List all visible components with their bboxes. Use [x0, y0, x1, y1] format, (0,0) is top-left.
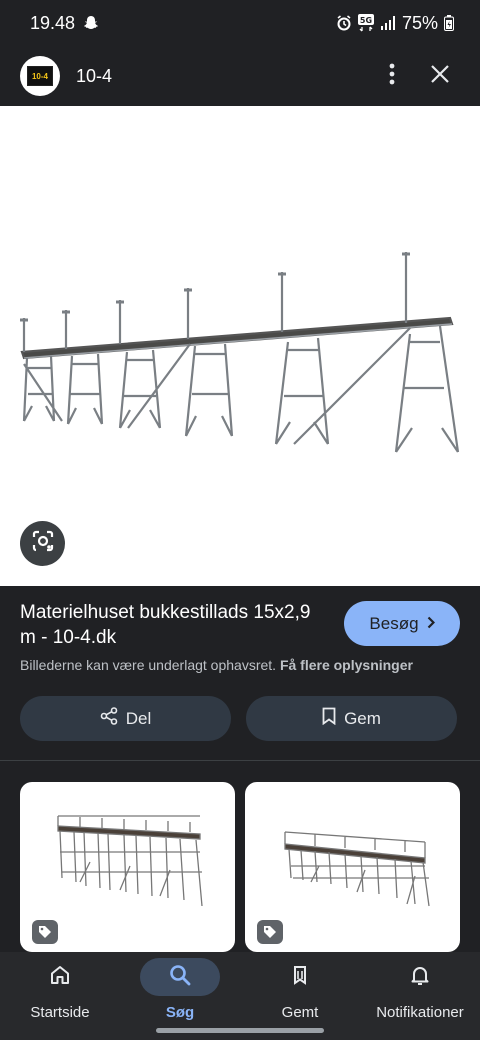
chevron-right-icon [427, 614, 435, 634]
nav-item-search[interactable]: Søg [120, 958, 240, 1028]
nav-pill [260, 958, 340, 996]
divider [0, 760, 480, 761]
nav-item-home[interactable]: Startside [0, 958, 120, 1028]
status-time: 19.48 [30, 12, 76, 33]
product-tag-icon [257, 920, 283, 944]
network-5g-icon: 5G [357, 14, 374, 32]
site-name: 10-4 [76, 65, 113, 86]
battery-percent: 75% [401, 12, 438, 33]
scaffold-image [20, 252, 460, 453]
related-image-card[interactable] [245, 782, 460, 952]
result-info: Materielhuset bukkestillads 15x2,9 m - 1… [0, 586, 480, 762]
copyright-notice: Billederne kan være underlagt ophavsret.… [20, 657, 413, 673]
bottom-navigation: Startside Søg Gemt Notifikationer [0, 952, 480, 1040]
more-options-button[interactable] [372, 56, 412, 96]
copyright-text: Billederne kan være underlagt ophavsret. [20, 657, 277, 673]
share-icon [100, 707, 118, 730]
close-icon [430, 64, 450, 89]
google-lens-icon [31, 529, 55, 558]
snapchat-icon [83, 15, 99, 31]
nav-item-saved[interactable]: Gemt [240, 958, 360, 1028]
bookmark-icon [322, 707, 336, 730]
battery-icon [444, 15, 454, 31]
home-icon [48, 963, 72, 992]
more-vert-icon [389, 63, 395, 90]
nav-item-notifications[interactable]: Notifikationer [360, 958, 480, 1028]
bookmarks-icon [288, 963, 312, 992]
visit-label: Besøg [369, 613, 419, 633]
svg-text:5G: 5G [360, 16, 372, 25]
visit-button[interactable]: Besøg [344, 601, 460, 646]
nav-label: Startside [30, 1004, 90, 1021]
product-tag-icon [32, 920, 58, 944]
share-label: Del [125, 708, 152, 728]
logo-text: 10-4 [27, 66, 53, 86]
image-preview[interactable] [0, 106, 480, 586]
share-button[interactable]: Del [20, 696, 231, 741]
related-image-card[interactable] [20, 782, 235, 952]
nav-pill [20, 958, 100, 996]
app-header: 10-4 10-4 [0, 46, 480, 106]
nav-label: Gemt [281, 1004, 319, 1021]
save-button[interactable]: Gem [246, 696, 457, 741]
close-button[interactable] [420, 56, 460, 96]
signal-icon [380, 15, 396, 31]
nav-pill [140, 958, 220, 996]
save-label: Gem [344, 708, 381, 728]
result-title[interactable]: Materielhuset bukkestillads 15x2,9 m - 1… [20, 600, 320, 650]
more-info-link[interactable]: Få flere oplysninger [280, 657, 413, 673]
bell-icon [408, 963, 432, 992]
search-icon [168, 963, 192, 992]
site-logo[interactable]: 10-4 [20, 56, 60, 96]
status-bar: 19.48 5G 75% [0, 0, 480, 46]
alarm-icon [336, 15, 352, 31]
related-images [0, 762, 480, 952]
lens-button[interactable] [20, 521, 65, 566]
nav-label: Notifikationer [376, 1004, 464, 1021]
gesture-bar[interactable] [156, 1028, 324, 1033]
nav-label: Søg [165, 1004, 195, 1021]
nav-pill [380, 958, 460, 996]
